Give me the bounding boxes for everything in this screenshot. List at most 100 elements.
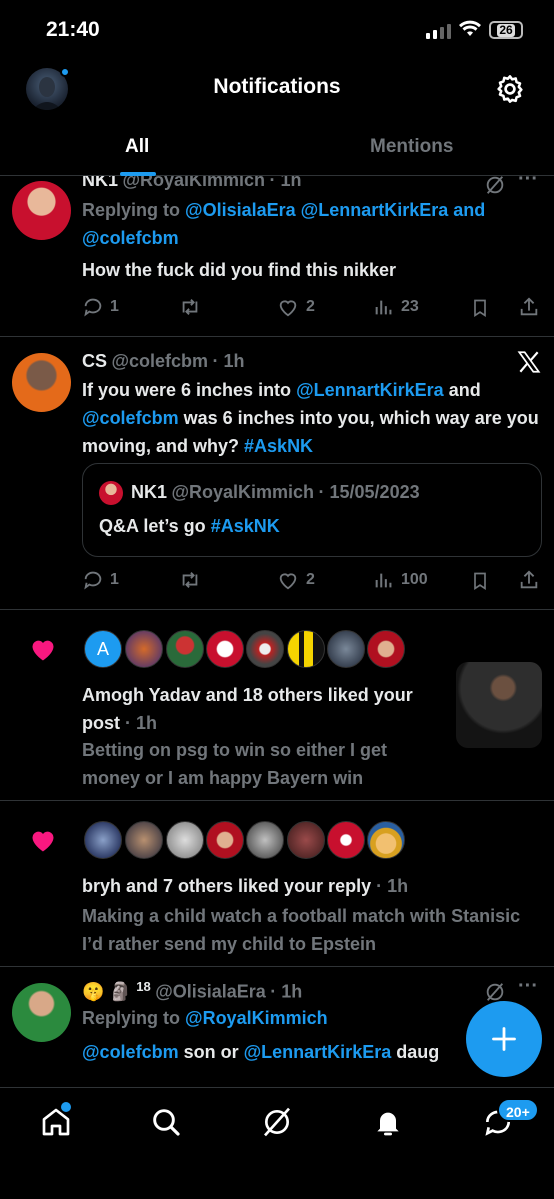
notifications-bell-icon[interactable] (372, 1106, 404, 1138)
tab-mentions[interactable]: Mentions (370, 136, 453, 158)
avatar[interactable] (12, 983, 71, 1042)
mention-link[interactable]: @OlisialaEra (185, 200, 296, 220)
quoted-author-handle: @RoyalKimmich (171, 482, 315, 502)
tweet-reply-nk1[interactable]: NK1 @RoyalKimmich · 1h ··· Replying to @… (0, 168, 554, 337)
tweet-cs[interactable]: CS @colefcbm · 1h If you were 6 inches i… (0, 337, 554, 610)
notification-text: bryh and 7 others liked your reply · 1h (82, 876, 409, 896)
mention-link[interactable]: @LennartKirkEra (296, 380, 444, 400)
author-handle[interactable]: @OlisialaEra (155, 981, 266, 1001)
tweet-time: · 1h (212, 351, 245, 371)
views-button[interactable]: 100 (373, 569, 428, 591)
tweet-text: How the fuck did you find this nikker (82, 260, 397, 280)
avatar[interactable] (367, 630, 405, 668)
reply-icon (84, 298, 102, 317)
quoted-tweet[interactable]: NK1 @RoyalKimmich · 15/05/2023 Q&A let’s… (82, 463, 542, 557)
like-button[interactable]: 2 (276, 569, 315, 591)
avatar[interactable] (206, 630, 244, 668)
quoted-date: · 15/05/2023 (318, 482, 420, 502)
avatar[interactable] (12, 353, 71, 412)
reply-button[interactable]: 1 (82, 296, 119, 318)
heart-icon (279, 300, 297, 317)
hashtag-link[interactable]: #AskNK (211, 516, 280, 536)
share-icon[interactable] (518, 569, 540, 591)
signal-icon (426, 24, 451, 39)
more-icon[interactable]: ··· (518, 975, 538, 998)
retweet-button[interactable] (178, 569, 202, 591)
avatar[interactable] (166, 821, 204, 859)
avatar[interactable] (84, 821, 122, 859)
hashtag-link[interactable]: #AskNK (244, 436, 313, 456)
grok-icon[interactable] (261, 1106, 293, 1138)
avatar (99, 481, 123, 505)
retweet-icon (182, 572, 198, 588)
replying-to: Replying to @OlisialaEra @LennartKirkEra… (82, 200, 486, 248)
author-name-emojis[interactable]: 🤫 🗿 (82, 981, 132, 1001)
mention-link[interactable]: @colefcbm (82, 1042, 179, 1062)
clock: 21:40 (46, 18, 100, 41)
home-unread-dot (61, 1102, 71, 1112)
search-icon[interactable] (150, 1106, 182, 1138)
x-logo-icon (517, 351, 541, 373)
heart-filled-icon (32, 831, 54, 852)
views-icon (375, 300, 392, 315)
mention-link[interactable]: @LennartKirkEra (244, 1042, 392, 1062)
like-notification[interactable]: bryh and 7 others liked your reply · 1h … (0, 801, 554, 967)
plus-icon (492, 1027, 516, 1051)
compose-button[interactable] (466, 1001, 542, 1077)
battery-icon: 26 (489, 21, 523, 39)
avatar[interactable] (246, 821, 284, 859)
avatar[interactable] (12, 181, 71, 240)
status-bar: 21:40 26 (0, 0, 554, 60)
heart-icon (279, 573, 297, 590)
reply-icon (84, 571, 102, 590)
tweet-text: @colefcbm son or @LennartKirkEra daug (82, 1042, 440, 1062)
tweet-actions-partial (82, 1077, 542, 1081)
views-icon (375, 573, 392, 588)
avatar[interactable] (287, 630, 325, 668)
mention-link[interactable]: @RoyalKimmich (185, 1008, 328, 1028)
grok-icon[interactable] (484, 981, 506, 1003)
messages-badge: 20+ (497, 1098, 539, 1122)
like-notification[interactable]: A Amogh Yadav and 18 others liked your p… (0, 610, 554, 801)
tweet-time: · 1h (270, 981, 303, 1002)
grok-icon[interactable] (484, 174, 506, 196)
bookmark-icon[interactable] (470, 570, 490, 592)
views-button[interactable]: 23 (373, 296, 419, 318)
share-icon[interactable] (518, 296, 540, 318)
avatar[interactable] (367, 821, 405, 859)
quoted-author-name: NK1 (131, 482, 168, 502)
tweet-header: CS @colefcbm · 1h (82, 351, 245, 372)
like-button[interactable]: 2 (276, 296, 315, 318)
retweet-icon (182, 299, 198, 315)
bottom-nav (0, 1087, 554, 1199)
wifi-icon (459, 20, 481, 36)
tab-all[interactable]: All (125, 136, 149, 158)
active-tab-indicator (120, 172, 156, 176)
tweet-text: If you were 6 inches into @LennartKirkEr… (82, 380, 539, 456)
avatar[interactable] (327, 821, 365, 859)
avatar[interactable] (206, 821, 244, 859)
quoted-text: Q&A let’s go #AskNK (99, 516, 280, 536)
replying-to: Replying to @RoyalKimmich (82, 1008, 328, 1028)
mention-link[interactable]: @colefcbm (82, 408, 179, 428)
avatar[interactable] (246, 630, 284, 668)
post-thumbnail[interactable] (456, 662, 542, 748)
retweet-button[interactable] (178, 296, 202, 318)
post-preview: Betting on psg to win so either I get mo… (82, 740, 387, 788)
tweet-header: 🤫 🗿 18 @OlisialaEra · 1h (82, 979, 303, 1002)
avatar[interactable] (166, 630, 204, 668)
avatar[interactable] (287, 821, 325, 859)
mention-link[interactable]: @LennartKirkEra (301, 200, 449, 220)
reply-button[interactable]: 1 (82, 569, 119, 591)
heart-filled-icon (32, 640, 54, 661)
avatar[interactable]: A (84, 630, 122, 668)
mention-link[interactable]: @colefcbm (82, 228, 179, 248)
avatar[interactable] (125, 630, 163, 668)
avatar[interactable] (125, 821, 163, 859)
avatar[interactable] (327, 630, 365, 668)
notification-text: Amogh Yadav and 18 others liked your pos… (82, 685, 413, 733)
gear-icon[interactable] (494, 73, 526, 105)
author-name[interactable]: CS (82, 351, 107, 371)
author-handle[interactable]: @colefcbm (111, 351, 208, 371)
bookmark-icon[interactable] (470, 297, 490, 319)
